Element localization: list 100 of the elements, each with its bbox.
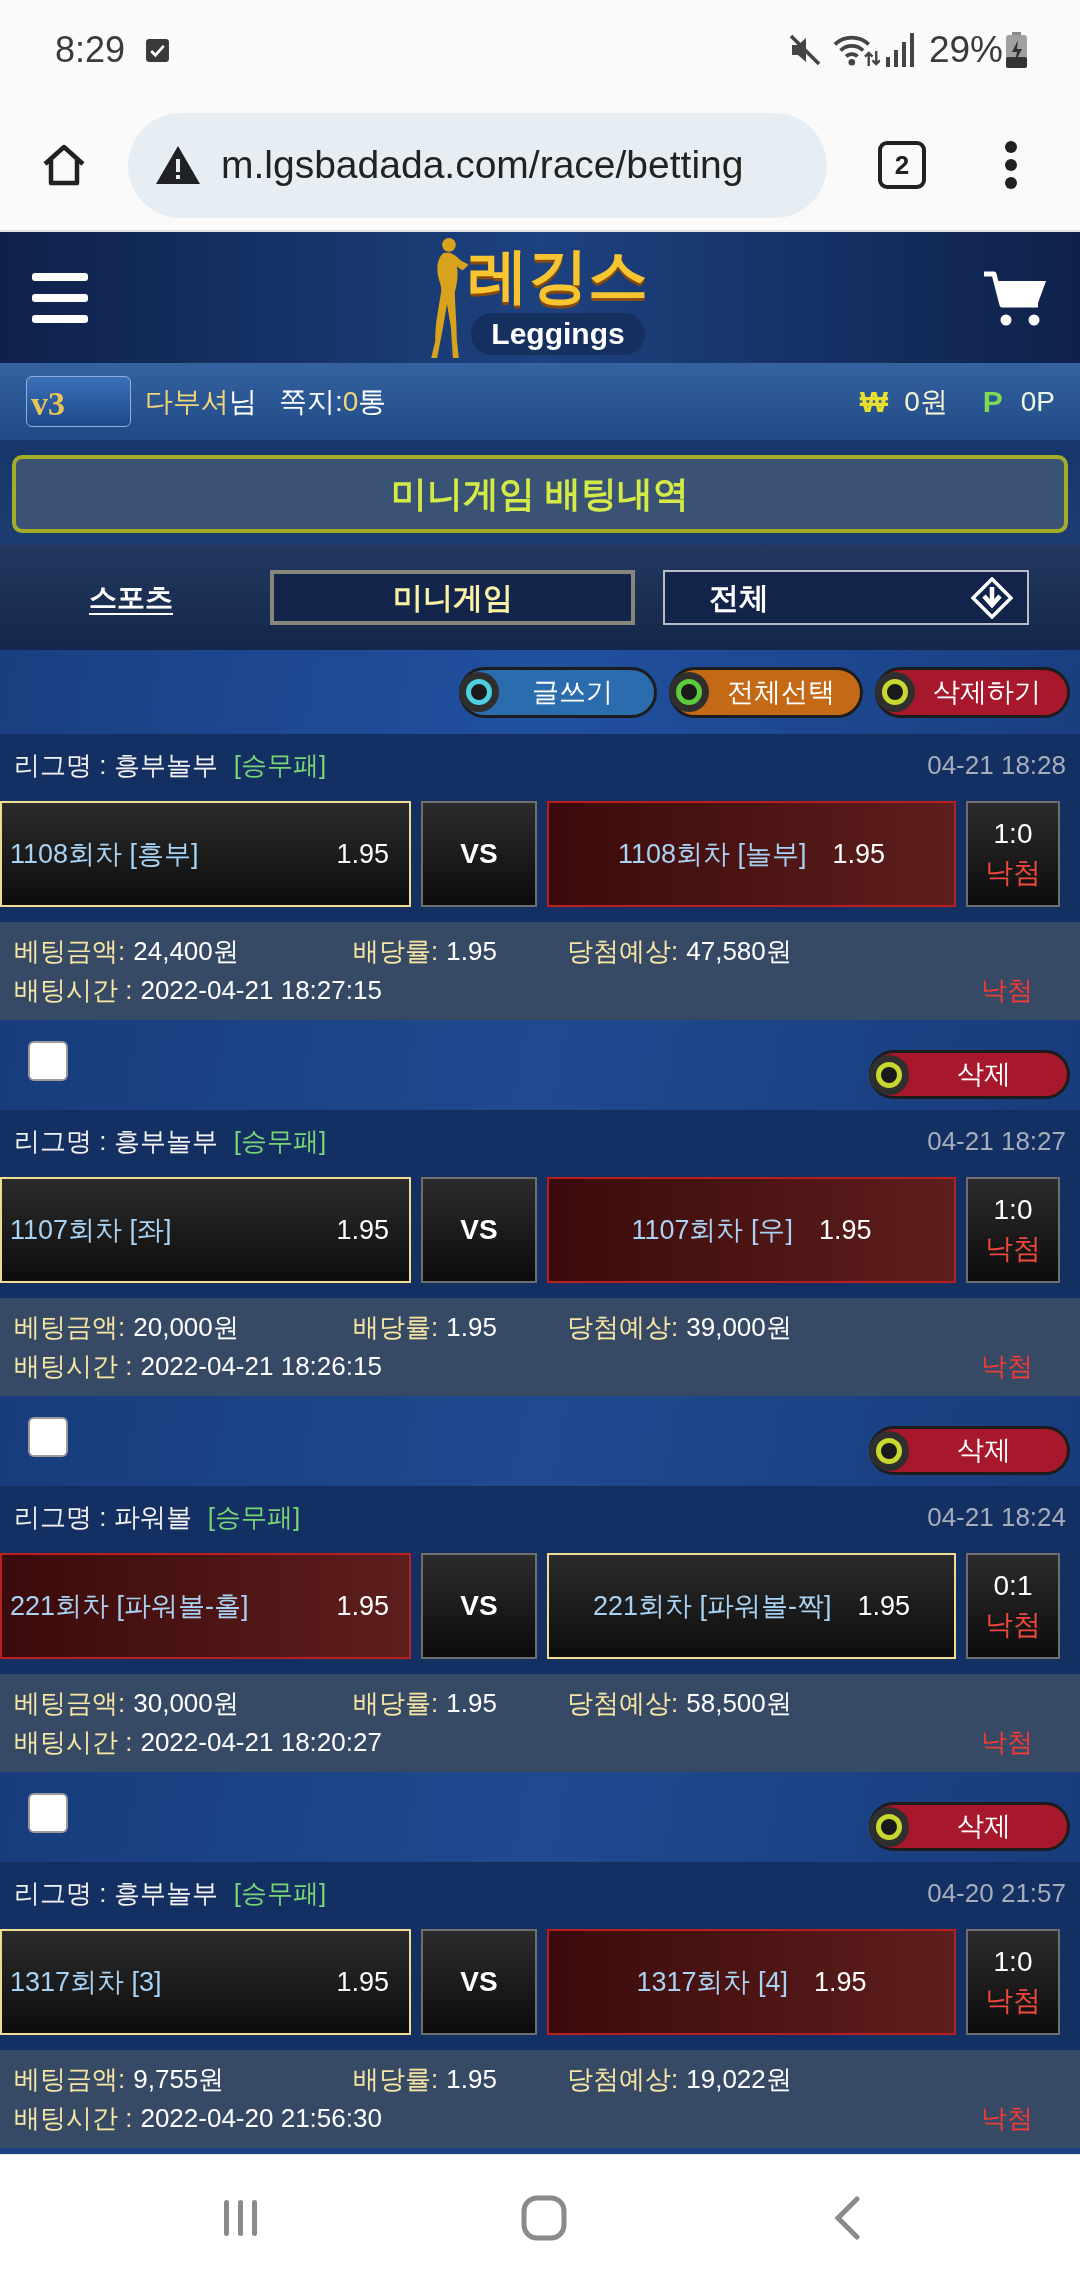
tab-switcher-button[interactable]: 2 <box>878 141 926 189</box>
won-sign-icon: ₩ <box>859 379 889 424</box>
honorific-text: 님 <box>229 384 257 419</box>
ring-icon <box>876 1437 902 1464</box>
match-time: 04-21 18:24 <box>927 1500 1066 1534</box>
filter-dropdown[interactable]: 전체 <box>663 570 1029 625</box>
detail-label: 배팅시간 : <box>14 2102 133 2135</box>
detail-label: 배팅시간 : <box>14 1726 133 1759</box>
odds-value: 1.95 <box>832 837 886 871</box>
pick-label: 1108회차 [흥부] <box>10 837 199 871</box>
detail-value: 2022-04-21 18:27:15 <box>140 974 382 1007</box>
result-text: 낙첨 <box>985 1984 1041 2018</box>
battery-percent: 29% <box>928 28 1003 73</box>
checkbox[interactable] <box>28 1041 68 1081</box>
odds-value: 1.95 <box>336 1213 389 1247</box>
detail-value: 39,000원 <box>686 1311 792 1344</box>
messages-count: 0 <box>342 384 359 419</box>
detail-label: 배당률: <box>353 1687 439 1720</box>
clock-time: 8:29 <box>55 28 126 72</box>
check-notification-icon <box>145 37 171 63</box>
market-tag: [승무패] <box>233 1873 327 1913</box>
odds-value: 1.95 <box>336 1589 389 1623</box>
money-balance: 0원 <box>904 384 948 419</box>
menu-icon[interactable] <box>32 272 88 323</box>
address-bar[interactable]: m.lgsbadada.com/race/betting <box>128 112 827 218</box>
status-text: 낙첨 <box>981 2102 1033 2135</box>
detail-value: 9,755원 <box>133 2063 225 2096</box>
detail-label: 배당률: <box>353 1311 439 1344</box>
match-time: 04-21 18:28 <box>927 748 1066 782</box>
detail-value: 19,022원 <box>686 2063 792 2096</box>
detail-value: 1.95 <box>446 2063 497 2096</box>
market-tag: [승무패] <box>233 1121 327 1161</box>
action-button[interactable]: 삭제하기 <box>875 666 1070 718</box>
detail-value: 1.95 <box>446 935 497 968</box>
more-menu-icon[interactable] <box>1004 140 1018 190</box>
detail-value: 2022-04-21 18:20:27 <box>140 1726 382 1759</box>
messages-unit: 통 <box>358 384 387 419</box>
ring-icon <box>876 1061 902 1088</box>
pick-label: 221회차 [파워볼-짝] <box>592 1589 832 1623</box>
detail-value: 2022-04-21 18:26:15 <box>140 1350 382 1383</box>
detail-label: 배팅시간 : <box>14 974 133 1007</box>
messages-label: 쪽지: <box>279 384 343 419</box>
tab[interactable]: 미니게임 <box>270 570 635 625</box>
level-badge: v3 <box>26 376 131 427</box>
logo-subtitle: Leggings <box>471 312 645 355</box>
action-button[interactable]: 전체선택 <box>669 666 863 718</box>
checkbox[interactable] <box>28 1417 68 1457</box>
delete-button[interactable]: 삭제 <box>869 1050 1070 1099</box>
delete-button[interactable]: 삭제 <box>869 1426 1070 1475</box>
detail-label: 당첨예상: <box>567 935 679 968</box>
detail-value: 30,000원 <box>133 1687 239 1720</box>
result-text: 낙첨 <box>985 856 1041 890</box>
odds-value: 1.95 <box>336 1965 389 1999</box>
tab[interactable]: 스포츠 <box>89 576 173 619</box>
detail-value: 47,580원 <box>686 935 792 968</box>
odds-value: 1.95 <box>336 837 389 871</box>
detail-label: 베팅금액: <box>14 1311 126 1344</box>
dropdown-arrow-icon <box>971 576 1013 619</box>
match-time: 04-21 18:27 <box>927 1124 1066 1158</box>
pick-label: 1108회차 [놀부] <box>617 837 807 871</box>
pick-label: 221회차 [파워볼-홀] <box>10 1589 249 1623</box>
detail-label: 당첨예상: <box>567 2063 679 2096</box>
action-button[interactable]: 글쓰기 <box>459 666 657 718</box>
delete-button[interactable]: 삭제 <box>869 1802 1070 1851</box>
pick-label: 1317회차 [4] <box>636 1965 788 1999</box>
detail-value: 58,500원 <box>686 1687 792 1720</box>
detail-label: 베팅금액: <box>14 2063 126 2096</box>
detail-label: 베팅금액: <box>14 1687 126 1720</box>
checkbox[interactable] <box>28 1793 68 1833</box>
odds-value: 1.95 <box>857 1589 911 1623</box>
point-balance: 0P <box>1020 384 1055 419</box>
odds-value: 1.95 <box>814 1965 867 1999</box>
odds-value: 1.95 <box>819 1213 872 1247</box>
score-text: 1:0 <box>993 1945 1033 1979</box>
detail-label: 당첨예상: <box>567 1311 679 1344</box>
market-tag: [승무패] <box>233 745 327 785</box>
detail-label: 당첨예상: <box>567 1687 679 1720</box>
match-time: 04-20 21:57 <box>927 1876 1066 1910</box>
detail-value: 1.95 <box>446 1311 497 1344</box>
league-name: 리그명 : 흥부놀부 <box>14 1124 218 1158</box>
vs-panel: VS <box>421 801 537 907</box>
vs-panel: VS <box>421 1929 537 2035</box>
signal-icon <box>885 33 915 67</box>
result-text: 낙첨 <box>985 1232 1041 1266</box>
detail-value: 20,000원 <box>133 1311 239 1344</box>
battery-charging-icon <box>1005 32 1028 68</box>
detail-label: 배당률: <box>353 2063 439 2096</box>
back-icon[interactable] <box>833 2195 861 2240</box>
detail-value: 24,400원 <box>133 935 239 968</box>
detail-label: 배당률: <box>353 935 439 968</box>
home-icon[interactable] <box>41 142 87 188</box>
page-title: 미니게임 배팅내역 <box>12 455 1068 533</box>
ring-icon <box>876 1813 902 1840</box>
logo-title: 레깅스 <box>468 240 648 311</box>
vs-panel: VS <box>421 1177 537 1283</box>
league-name: 리그명 : 파워볼 <box>14 1500 192 1534</box>
status-text: 낙첨 <box>981 1350 1033 1383</box>
vs-panel: VS <box>421 1553 537 1659</box>
status-text: 낙첨 <box>981 1726 1033 1759</box>
pick-label: 1107회차 [우] <box>631 1213 793 1247</box>
